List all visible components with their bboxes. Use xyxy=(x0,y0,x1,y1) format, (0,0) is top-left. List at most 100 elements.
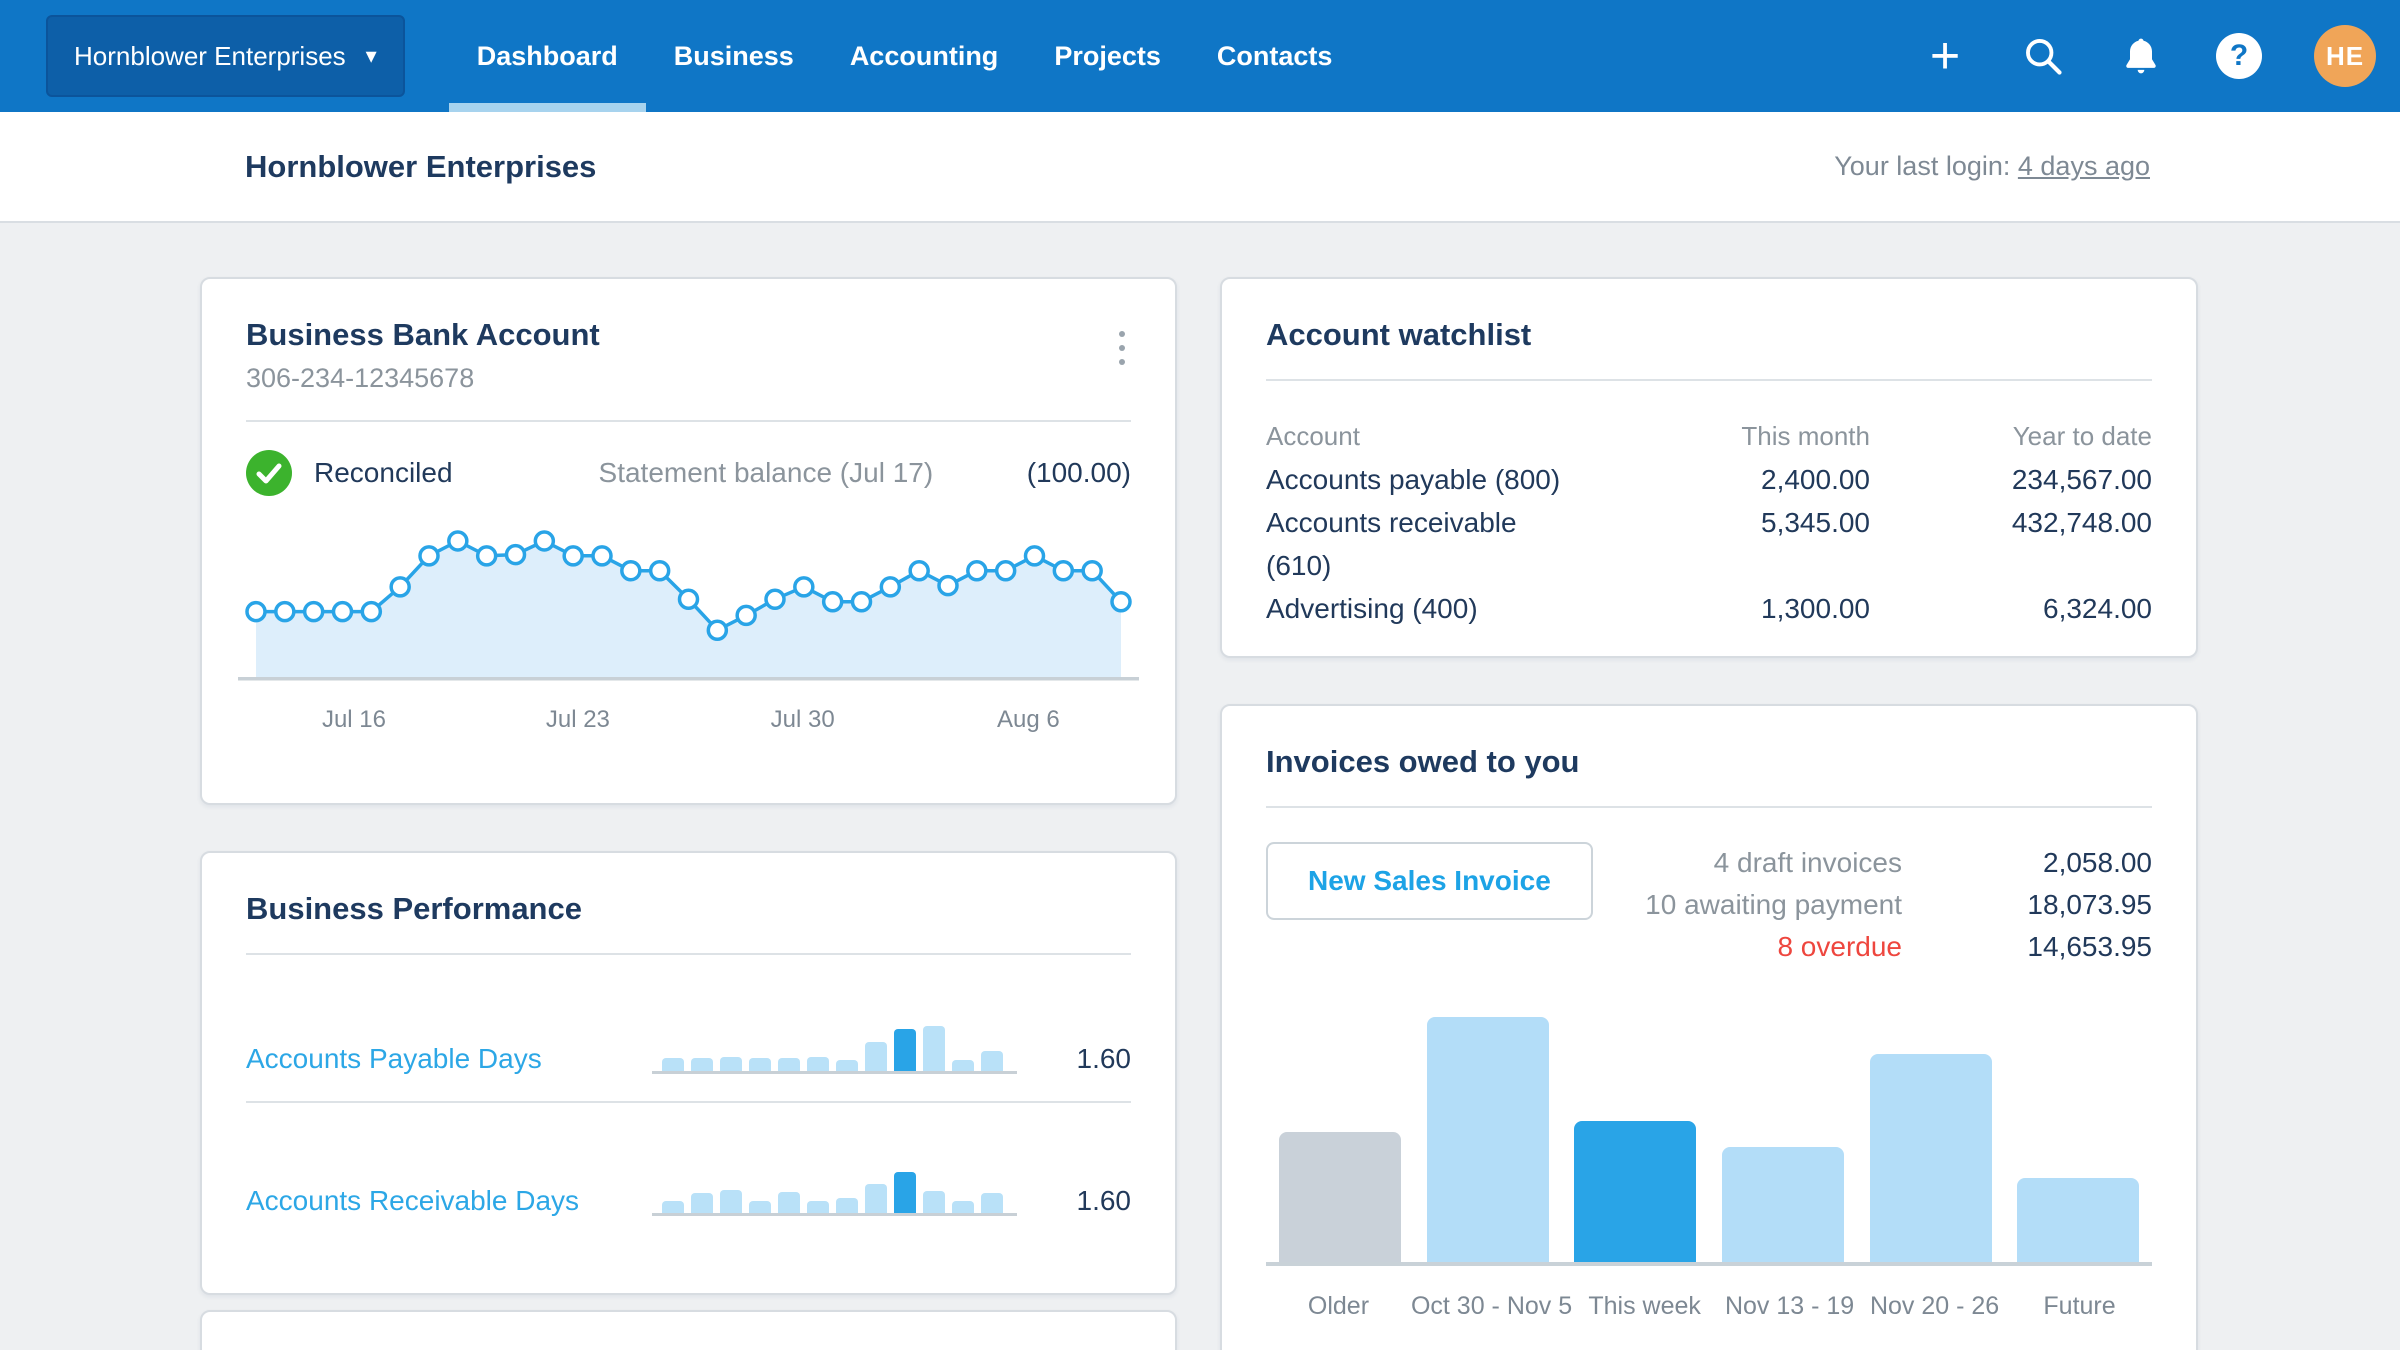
data-point-marker[interactable] xyxy=(418,545,440,567)
x-axis-label: Aug 6 xyxy=(996,706,1060,733)
draft-invoices-value: 2,058.00 xyxy=(2043,847,2152,878)
org-switcher-button[interactable]: Hornblower Enterprises ▾ xyxy=(46,15,405,97)
performance-card-title: Business Performance xyxy=(246,891,582,926)
watchlist-row-this-month: 2,400.00 xyxy=(1761,464,1870,495)
data-point-marker[interactable] xyxy=(821,590,844,613)
data-point-marker[interactable] xyxy=(793,576,815,598)
tab-projects[interactable]: Projects xyxy=(1026,0,1189,112)
x-axis-label: Nov 13 - 19 xyxy=(1724,1292,1855,1320)
divider xyxy=(1266,379,2152,381)
watchlist-table: Account This month Year to date Accounts… xyxy=(1266,415,2152,630)
notifications-button[interactable] xyxy=(2118,33,2164,79)
data-point-marker[interactable] xyxy=(274,600,296,623)
statement-balance-value: (100.00) xyxy=(1026,457,1131,488)
accounts-receivable-days-link[interactable]: Accounts Receivable Days xyxy=(246,1185,579,1217)
bell-icon xyxy=(2126,38,2156,74)
last-login-link[interactable]: 4 days ago xyxy=(2018,151,2150,181)
kebab-menu-icon[interactable] xyxy=(1113,325,1131,371)
data-point-marker[interactable] xyxy=(966,559,988,582)
data-point-marker[interactable] xyxy=(879,576,902,598)
watchlist-card-title: Account watchlist xyxy=(1266,317,1532,352)
help-button[interactable]: ? xyxy=(2216,33,2262,79)
bank-chart-axis: Jul 16 Jul 23 Jul 30 Aug 6 xyxy=(246,706,1131,742)
x-axis-label: Jul 23 xyxy=(545,706,610,733)
data-point-marker[interactable] xyxy=(994,559,1017,582)
draft-invoices-label[interactable]: 4 draft invoices xyxy=(1714,842,1902,884)
tab-dashboard[interactable]: Dashboard xyxy=(448,0,646,112)
data-point-marker[interactable] xyxy=(1023,545,1046,567)
avatar[interactable]: HE xyxy=(2314,25,2376,87)
data-point-marker[interactable] xyxy=(764,588,786,610)
invoice-chart-bar[interactable] xyxy=(1869,1054,1992,1266)
data-point-marker[interactable] xyxy=(908,559,930,582)
plus-icon: + xyxy=(1929,27,1961,85)
reconciled-row: Reconciled Statement balance (Jul 17) (1… xyxy=(246,450,1131,496)
sparkline-bar xyxy=(807,1057,829,1071)
watchlist-row-label[interactable]: Advertising (400) xyxy=(1266,587,1570,630)
invoice-chart-bar[interactable] xyxy=(1426,1017,1549,1266)
invoices-owed-chart[interactable] xyxy=(1266,1016,2152,1266)
sparkline-baseline xyxy=(652,1071,1017,1074)
overdue-label[interactable]: 8 overdue xyxy=(1777,926,1902,968)
data-point-marker[interactable] xyxy=(475,545,498,567)
sparkline-bar xyxy=(952,1060,974,1071)
data-point-marker[interactable] xyxy=(447,530,469,552)
business-performance-card: Business Performance Accounts Payable Da… xyxy=(200,851,1177,1295)
tab-contacts[interactable]: Contacts xyxy=(1189,0,1361,112)
sparkline-bar xyxy=(749,1201,771,1213)
data-point-marker[interactable] xyxy=(648,559,671,582)
search-button[interactable] xyxy=(2020,33,2066,79)
awaiting-payment-row: 10 awaiting payment 18,073.95 xyxy=(1645,884,2152,926)
data-point-marker[interactable] xyxy=(850,590,873,613)
awaiting-payment-label[interactable]: 10 awaiting payment xyxy=(1645,884,1902,926)
x-axis-label: Jul 16 xyxy=(321,706,386,733)
data-point-marker[interactable] xyxy=(245,600,267,623)
invoice-chart-bar[interactable] xyxy=(1721,1147,1844,1266)
data-point-marker[interactable] xyxy=(735,604,757,627)
tab-accounting[interactable]: Accounting xyxy=(822,0,1027,112)
invoice-chart-bar[interactable] xyxy=(1574,1121,1697,1266)
watchlist-row-this-month: 5,345.00 xyxy=(1761,507,1870,538)
sparkline-bar xyxy=(662,1058,684,1071)
new-sales-invoice-button[interactable]: New Sales Invoice xyxy=(1266,842,1593,920)
sparkline-bar xyxy=(923,1026,945,1071)
payable-days-value: 1.60 xyxy=(1076,1043,1132,1074)
data-point-marker[interactable] xyxy=(1110,590,1132,613)
sparkline-bar xyxy=(720,1057,742,1071)
data-point-marker[interactable] xyxy=(591,545,613,567)
data-point-marker[interactable] xyxy=(331,600,354,623)
watchlist-row-label[interactable]: Accounts receivable (610) xyxy=(1266,501,1570,587)
data-point-marker[interactable] xyxy=(937,574,959,597)
x-axis-label: Older xyxy=(1307,1292,1370,1320)
data-point-marker[interactable] xyxy=(562,545,584,567)
account-watchlist-card: Account watchlist Account This month Yea… xyxy=(1220,277,2198,658)
top-nav: Hornblower Enterprises ▾ Dashboard Busin… xyxy=(0,0,2400,112)
invoices-owed-card: Invoices owed to you New Sales Invoice 4… xyxy=(1220,704,2198,1350)
draft-invoices-row: 4 draft invoices 2,058.00 xyxy=(1645,842,2152,884)
data-point-marker[interactable] xyxy=(677,588,700,610)
add-button[interactable]: + xyxy=(1922,27,1968,85)
invoice-chart-bar[interactable] xyxy=(1278,1132,1401,1266)
data-point-marker[interactable] xyxy=(302,600,325,623)
data-point-marker[interactable] xyxy=(360,600,383,623)
divider xyxy=(246,953,1131,955)
invoice-chart-bar[interactable] xyxy=(2017,1178,2140,1266)
x-axis-label: Future xyxy=(2043,1292,2116,1320)
receivable-days-value: 1.60 xyxy=(1076,1185,1132,1216)
bank-balance-chart[interactable] xyxy=(238,522,1139,682)
help-icon: ? xyxy=(2216,33,2262,79)
accounts-payable-days-link[interactable]: Accounts Payable Days xyxy=(246,1043,542,1075)
data-point-marker[interactable] xyxy=(706,619,729,641)
watchlist-row-year-to-date: 234,567.00 xyxy=(2011,464,2152,495)
data-point-marker[interactable] xyxy=(504,543,527,566)
data-point-marker[interactable] xyxy=(389,576,411,598)
data-point-marker[interactable] xyxy=(1081,559,1103,582)
data-point-marker[interactable] xyxy=(1052,559,1075,582)
check-icon xyxy=(246,450,292,496)
data-point-marker[interactable] xyxy=(533,530,556,552)
sparkline-bar xyxy=(691,1193,713,1213)
watchlist-row-label[interactable]: Accounts payable (800) xyxy=(1266,458,1570,501)
sparkline-bar xyxy=(952,1201,974,1213)
data-point-marker[interactable] xyxy=(620,559,642,582)
tab-business[interactable]: Business xyxy=(646,0,822,112)
